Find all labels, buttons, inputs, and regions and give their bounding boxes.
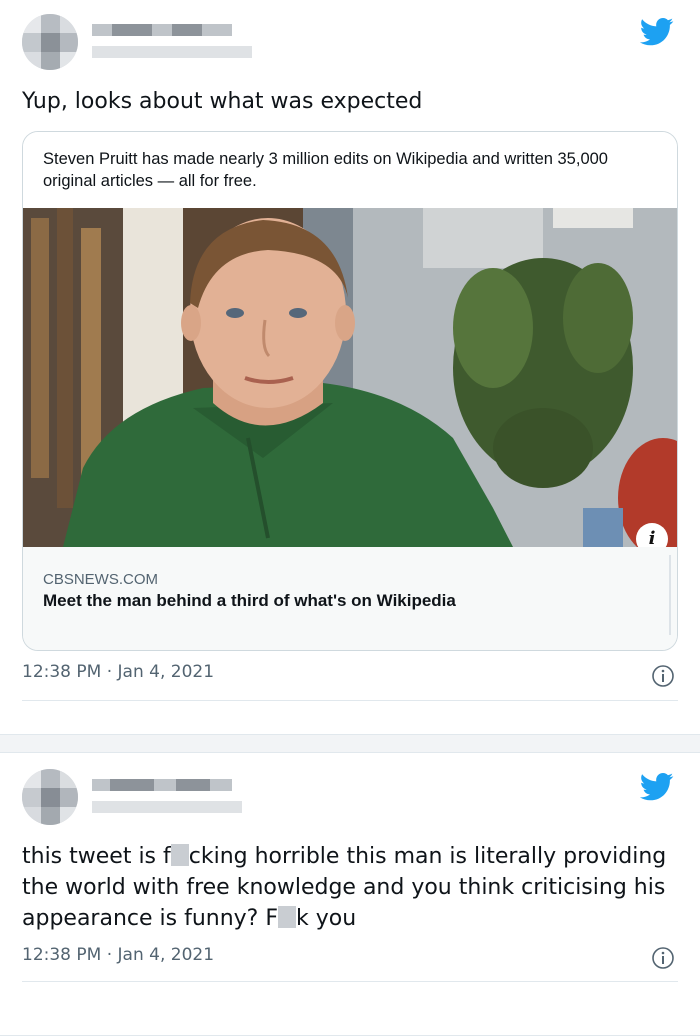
tweet-text: Yup, looks about what was expected: [22, 89, 423, 114]
tweet-2: this tweet is f cking horrible this man i…: [0, 752, 700, 1036]
info-icon[interactable]: [651, 664, 675, 688]
card-footer: CBSNEWS.COM Meet the man behind a third …: [23, 547, 677, 650]
twitter-bird-icon[interactable]: [640, 773, 674, 801]
info-icon[interactable]: [651, 946, 675, 970]
divider: [22, 981, 678, 982]
tweet-1: Yup, looks about what was expected Steve…: [0, 0, 700, 735]
display-name[interactable]: [92, 779, 232, 791]
separator: ·: [106, 662, 113, 682]
tweet-date: Jan 4, 2021: [117, 662, 215, 682]
avatar[interactable]: [22, 14, 78, 70]
twitter-bird-icon[interactable]: [640, 18, 674, 46]
link-card[interactable]: Steven Pruitt has made nearly 3 million …: [22, 131, 678, 651]
tweet-time: 12:38 PM: [22, 945, 102, 965]
tweet-date: Jan 4, 2021: [117, 945, 215, 965]
censor-block: [278, 906, 297, 928]
tweet-timestamp[interactable]: 12:38 PM · Jan 4, 2021: [22, 662, 214, 682]
divider: [22, 700, 678, 701]
tweet-separator: [0, 735, 700, 752]
card-title[interactable]: Meet the man behind a third of what's on…: [43, 591, 456, 611]
tweet-text: this tweet is f cking horrible this man i…: [22, 841, 672, 934]
card-description-area: Steven Pruitt has made nearly 3 million …: [23, 132, 677, 209]
avatar[interactable]: [22, 769, 78, 825]
tweet-text-part-1: this tweet is f: [22, 844, 171, 869]
display-name[interactable]: [92, 24, 232, 36]
username[interactable]: [92, 801, 242, 813]
tweet-text-part-3: k you: [296, 906, 357, 931]
tweet-time: 12:38 PM: [22, 662, 102, 682]
card-image[interactable]: [23, 208, 678, 547]
tweet-timestamp[interactable]: 12:38 PM · Jan 4, 2021: [22, 945, 214, 965]
separator: ·: [106, 945, 113, 965]
username[interactable]: [92, 46, 252, 58]
card-domain: CBSNEWS.COM: [43, 571, 159, 588]
card-description: Steven Pruitt has made nearly 3 million …: [43, 150, 608, 190]
censor-block: [170, 844, 189, 866]
card-scrollbar: [669, 555, 671, 635]
